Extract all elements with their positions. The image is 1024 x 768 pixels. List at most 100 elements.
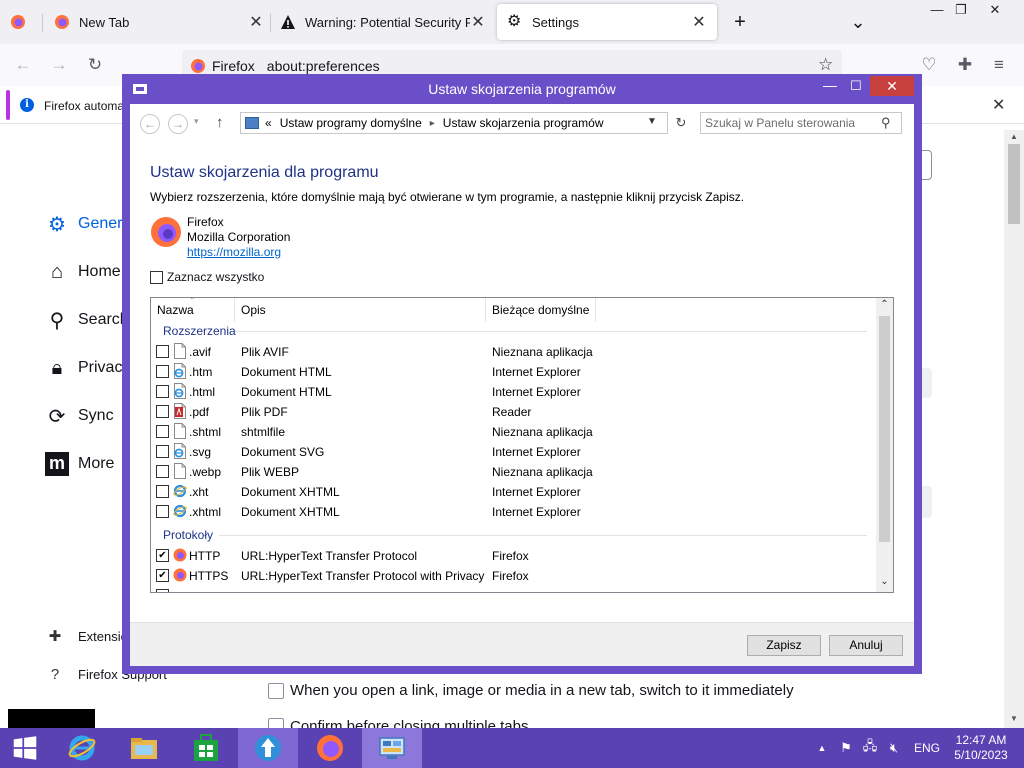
select-all-box[interactable] <box>150 270 163 284</box>
dialog-close-button[interactable]: ✕ <box>870 76 914 96</box>
taskbar-file-explorer[interactable] <box>114 728 174 768</box>
dialog-minimize-button[interactable]: — <box>820 78 840 98</box>
row-checkbox[interactable] <box>156 425 169 438</box>
clock[interactable]: 12:47 AM 5/10/2023 <box>946 733 1016 763</box>
list-item[interactable]: .shtml shtmlfile Nieznana aplikacja <box>151 421 876 441</box>
network-icon[interactable]: 🖧︎ <box>860 737 880 759</box>
start-button[interactable] <box>0 728 50 768</box>
pref-checkbox[interactable] <box>268 682 284 699</box>
notification-close-icon[interactable]: ✕ <box>992 95 1005 115</box>
scroll-down-icon[interactable]: ▼ <box>1004 714 1024 723</box>
tab-close-icon[interactable]: ✕ <box>691 12 707 32</box>
category-privacy[interactable]: 🔒︎ Privacy <box>45 353 131 383</box>
address-bar[interactable]: « Ustaw programy domyślne ▸ Ustaw skojar… <box>240 112 686 134</box>
breadcrumb-item[interactable]: Ustaw skojarzenia programów <box>443 116 604 130</box>
column-header-current-default[interactable]: Bieżące domyślne <box>492 303 589 317</box>
forward-arrow-icon[interactable]: → <box>48 54 70 76</box>
search-icon[interactable]: ⚲ <box>881 115 891 131</box>
list-item[interactable]: HTTPS URL:HyperText Transfer Protocol wit… <box>151 565 876 585</box>
column-header-description[interactable]: Opis <box>241 303 266 317</box>
list-item[interactable]: .xht Dokument XHTML Internet Explorer <box>151 481 876 501</box>
app-url-link[interactable]: https://mozilla.org <box>187 245 281 259</box>
pref-checkbox[interactable] <box>268 718 284 728</box>
pocket-icon[interactable]: ♡ <box>918 54 940 76</box>
dialog-title-bar[interactable]: Ustaw skojarzenia programów — ☐ ✕ <box>122 74 922 104</box>
scroll-down-icon[interactable]: ⌄ <box>876 576 893 587</box>
category-search[interactable]: ⚲ Search <box>45 305 129 335</box>
new-tab-button[interactable]: + <box>730 4 750 40</box>
column-separator[interactable] <box>595 298 596 322</box>
row-checkbox[interactable] <box>156 569 169 582</box>
list-item[interactable]: .htm Dokument HTML Internet Explorer <box>151 361 876 381</box>
list-scrollbar[interactable]: ⌃ ⌄ <box>876 298 893 592</box>
tab-new-tab[interactable]: New Tab ✕ <box>54 4 264 40</box>
row-checkbox[interactable] <box>156 485 169 498</box>
row-checkbox[interactable] <box>156 549 169 562</box>
window-restore-button[interactable]: ❐ <box>946 0 976 22</box>
scroll-up-icon[interactable]: ⌃ <box>876 299 893 310</box>
list-item[interactable]: .webp Plik WEBP Nieznana aplikacja <box>151 461 876 481</box>
breadcrumb-item[interactable]: Ustaw programy domyślne <box>280 116 422 130</box>
list-item[interactable]: .pdf Plik PDF Reader <box>151 401 876 421</box>
taskbar-firefox[interactable] <box>300 728 360 768</box>
list-item[interactable]: .xhtml Dokument XHTML Internet Explorer <box>151 501 876 521</box>
chevron-down-icon[interactable]: ▼ <box>647 116 657 127</box>
menu-icon[interactable]: ≡ <box>988 54 1010 76</box>
row-checkbox[interactable] <box>156 365 169 378</box>
search-input[interactable] <box>705 115 875 131</box>
control-panel-search[interactable]: ⚲ <box>700 112 902 134</box>
taskbar-control-panel[interactable] <box>362 728 422 768</box>
dialog-maximize-button[interactable]: ☐ <box>846 78 866 98</box>
up-arrow-icon[interactable]: ↑ <box>216 114 224 131</box>
column-separator[interactable] <box>485 298 486 322</box>
group-header-extensions[interactable]: Rozszerzenia <box>163 324 236 338</box>
list-item[interactable]: .svg Dokument SVG Internet Explorer <box>151 441 876 461</box>
refresh-icon[interactable]: ↻ <box>671 115 691 131</box>
row-checkbox[interactable] <box>156 445 169 458</box>
tab-security-warning[interactable]: Warning: Potential Security Risk Ahead ✕ <box>280 4 486 40</box>
recent-locations-icon[interactable]: ▾ <box>194 116 199 127</box>
show-hidden-icons-icon[interactable]: ▲ <box>812 743 832 753</box>
action-center-flag-icon[interactable]: ⚑ <box>836 740 856 756</box>
settings-scrollbar[interactable]: ▲ ▼ <box>1004 130 1024 728</box>
select-all-checkbox[interactable]: Zaznacz wszystko <box>150 270 264 284</box>
list-item[interactable]: HTTP URL:HyperText Transfer Protocol Firef… <box>151 545 876 565</box>
url-text[interactable]: about:preferences <box>267 58 380 74</box>
extensions-icon[interactable]: ✚ <box>954 54 976 76</box>
cancel-button[interactable]: Anuluj <box>829 635 903 656</box>
row-checkbox[interactable] <box>156 465 169 478</box>
list-item[interactable]: .avif Plik AVIF Nieznana aplikacja <box>151 341 876 361</box>
group-header-protocols[interactable]: Protokoły <box>163 528 213 542</box>
tab-close-icon[interactable]: ✕ <box>248 12 264 32</box>
bookmark-star-icon[interactable]: ☆ <box>818 55 833 75</box>
list-item[interactable]: .html Dokument HTML Internet Explorer <box>151 381 876 401</box>
reload-icon[interactable]: ↻ <box>84 54 106 76</box>
scroll-thumb[interactable] <box>879 316 890 542</box>
back-arrow-icon[interactable]: ← <box>140 114 160 134</box>
row-checkbox[interactable] <box>156 405 169 418</box>
scroll-up-icon[interactable]: ▲ <box>1004 132 1024 141</box>
row-checkbox[interactable] <box>156 345 169 358</box>
tab-settings[interactable]: ⚙ Settings ✕ <box>497 4 717 40</box>
row-checkbox[interactable] <box>156 505 169 518</box>
row-checkbox[interactable] <box>156 385 169 398</box>
taskbar-internet-explorer[interactable] <box>52 728 112 768</box>
taskbar-store[interactable] <box>176 728 236 768</box>
firefox-view-tab[interactable] <box>10 4 34 40</box>
column-header-name[interactable]: Nazwa <box>157 303 194 317</box>
pref-switch-to-new-tab[interactable]: When you open a link, image or media in … <box>268 682 794 699</box>
column-separator[interactable] <box>234 298 235 322</box>
input-language[interactable]: ENG <box>914 741 940 755</box>
speaker-muted-icon[interactable]: 🔇︎ <box>884 740 904 756</box>
category-sync[interactable]: ⟳ Sync <box>45 401 114 431</box>
scroll-thumb[interactable] <box>1008 144 1020 224</box>
window-close-button[interactable]: ✕ <box>980 0 1010 22</box>
forward-arrow-icon[interactable]: → <box>168 114 188 134</box>
category-more[interactable]: m More <box>45 449 114 479</box>
tab-close-icon[interactable]: ✕ <box>470 12 486 32</box>
breadcrumb-root[interactable]: « <box>265 116 272 130</box>
save-button[interactable]: Zapisz <box>747 635 821 656</box>
list-item-clipped[interactable] <box>151 585 876 592</box>
back-arrow-icon[interactable]: ← <box>12 54 34 76</box>
taskbar-installer[interactable] <box>238 728 298 768</box>
